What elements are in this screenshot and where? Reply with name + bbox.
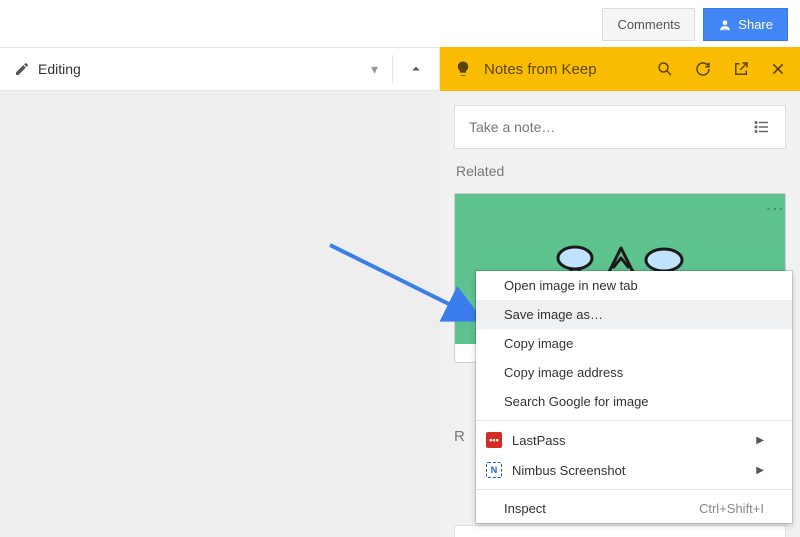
context-menu-item-label: Nimbus Screenshot <box>512 463 625 478</box>
chevron-up-icon[interactable] <box>407 60 425 78</box>
related-below-label: R <box>454 428 465 445</box>
submenu-arrow-icon: ▶ <box>756 465 764 476</box>
annotation-arrow <box>325 240 495 330</box>
context-menu: Open image in new tab Save image as… Copy … <box>476 271 792 523</box>
extension-icon: N <box>486 462 502 478</box>
editing-mode-label: Editing <box>38 61 81 77</box>
next-card-peek[interactable] <box>454 525 786 537</box>
keep-header: Notes from Keep <box>440 47 800 91</box>
context-menu-item[interactable]: Save image as… <box>476 300 792 329</box>
person-icon <box>718 18 732 32</box>
context-menu-item-label: Save image as… <box>504 307 603 322</box>
context-menu-item-label: Open image in new tab <box>504 278 638 293</box>
card-menu-icon[interactable]: ⋮ <box>773 200 777 218</box>
context-menu-item-label: Search Google for image <box>504 394 649 409</box>
bulb-icon <box>454 60 472 78</box>
context-menu-item-label: LastPass <box>512 433 565 448</box>
open-external-icon[interactable] <box>732 60 750 78</box>
list-icon[interactable] <box>753 118 771 136</box>
take-note-placeholder: Take a note… <box>469 119 555 135</box>
close-icon[interactable] <box>770 61 786 77</box>
share-button[interactable]: Share <box>703 8 788 41</box>
context-menu-item[interactable]: Copy image <box>476 329 792 358</box>
take-note-input[interactable]: Take a note… <box>454 105 786 149</box>
context-menu-separator <box>476 489 792 490</box>
divider <box>392 55 393 83</box>
context-menu-shortcut: Ctrl+Shift+I <box>699 501 764 516</box>
search-icon[interactable] <box>656 60 674 78</box>
context-menu-item-label: Copy image <box>504 336 573 351</box>
pencil-icon <box>14 61 30 77</box>
keep-title: Notes from Keep <box>484 61 644 78</box>
context-menu-inspect[interactable]: Inspect Ctrl+Shift+I <box>476 494 792 523</box>
submenu-arrow-icon: ▶ <box>756 435 764 446</box>
share-label: Share <box>738 17 773 32</box>
context-menu-extension[interactable]: N Nimbus Screenshot ▶ <box>476 455 792 485</box>
editor-toolbar: Editing ▾ <box>0 47 440 91</box>
context-menu-item[interactable]: Copy image address <box>476 358 792 387</box>
context-menu-extension[interactable]: ••• LastPass ▶ <box>476 425 792 455</box>
refresh-icon[interactable] <box>694 60 712 78</box>
related-label: Related <box>454 163 786 179</box>
dropdown-caret-icon: ▾ <box>371 61 378 78</box>
context-menu-item[interactable]: Search Google for image <box>476 387 792 416</box>
context-menu-item-label: Copy image address <box>504 365 623 380</box>
topbar: Comments Share <box>602 8 788 41</box>
context-menu-item[interactable]: Open image in new tab <box>476 271 792 300</box>
context-menu-item-label: Inspect <box>504 501 546 516</box>
context-menu-separator <box>476 420 792 421</box>
editing-mode-dropdown[interactable]: Editing ▾ <box>14 61 378 78</box>
keep-header-actions <box>656 60 786 78</box>
extension-icon: ••• <box>486 432 502 448</box>
comments-button[interactable]: Comments <box>602 8 695 41</box>
